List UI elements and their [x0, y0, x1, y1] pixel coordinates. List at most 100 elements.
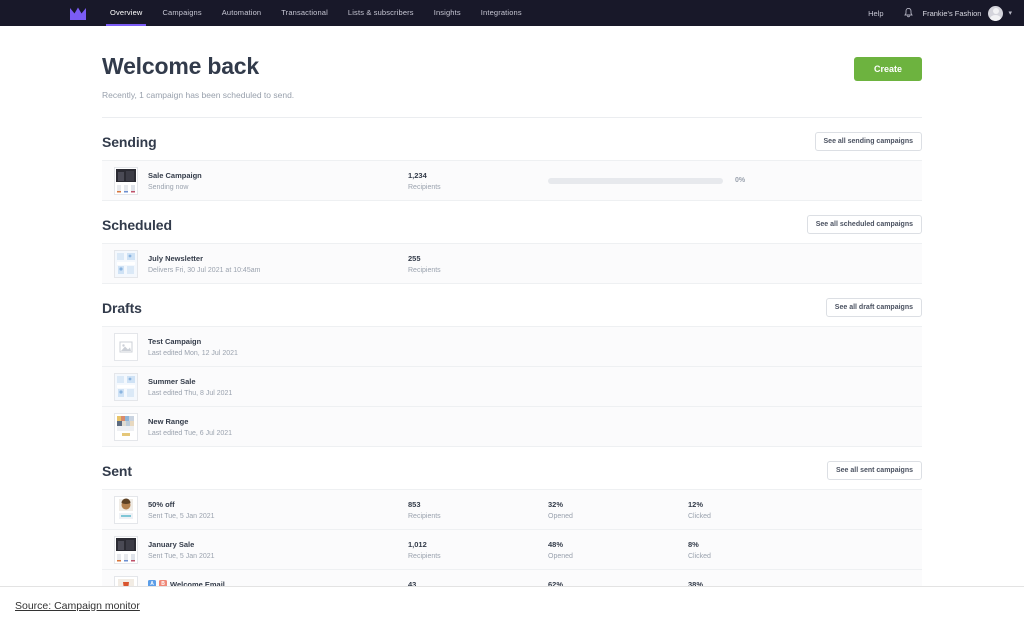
campaign-name: January Sale — [148, 540, 408, 549]
bell-icon[interactable] — [894, 8, 923, 18]
nav-items: Overview Campaigns Automation Transactio… — [100, 0, 532, 26]
sent-rows: 50% off Sent Tue, 5 Jan 2021 853 Recipie… — [102, 489, 922, 586]
page-subtitle: Recently, 1 campaign has been scheduled … — [102, 90, 854, 100]
row-main: Summer Sale Last edited Thu, 8 Jul 2021 — [148, 377, 408, 397]
photo-thumbnail-icon — [114, 167, 138, 195]
campaign-name: Summer Sale — [148, 377, 408, 386]
metric-value: 8% — [688, 540, 828, 549]
campaign-name-text: Test Campaign — [148, 337, 201, 346]
nav-item-campaigns[interactable]: Campaigns — [152, 0, 211, 26]
see-all-sending-campaigns-button[interactable]: See all sending campaigns — [815, 132, 922, 151]
table-row[interactable]: Test Campaign Last edited Mon, 12 Jul 20… — [102, 327, 922, 367]
see-all-scheduled-campaigns-button[interactable]: See all scheduled campaigns — [807, 215, 922, 234]
metric-value: 32% — [548, 500, 688, 509]
section-sending: Sending See all sending campaigns — [102, 132, 922, 201]
campaign-name-text: January Sale — [148, 540, 194, 549]
page-content: Welcome back Recently, 1 campaign has be… — [0, 26, 1024, 586]
section-title-scheduled: Scheduled — [102, 217, 172, 233]
nav-item-insights[interactable]: Insights — [424, 0, 471, 26]
see-all-sent-campaigns-button[interactable]: See all sent campaigns — [827, 461, 922, 480]
section-scheduled: Scheduled See all scheduled campaigns — [102, 215, 922, 284]
row-main: Sale Campaign Sending now — [148, 171, 408, 191]
section-header: Scheduled See all scheduled campaigns — [102, 215, 922, 243]
campaign-monitor-logo-icon[interactable] — [70, 7, 86, 20]
send-progress: 0% — [548, 177, 910, 184]
campaign-name-text: Sale Campaign — [148, 171, 202, 180]
row-main: 50% off Sent Tue, 5 Jan 2021 — [148, 500, 408, 520]
metric-label: Clicked — [688, 513, 828, 520]
row-main: New Range Last edited Tue, 6 Jul 2021 — [148, 417, 408, 437]
row-main: January Sale Sent Tue, 5 Jan 2021 — [148, 540, 408, 560]
table-row[interactable]: July Newsletter Delivers Fri, 30 Jul 202… — [102, 244, 922, 284]
campaign-name: Sale Campaign — [148, 171, 408, 180]
campaign-name: Test Campaign — [148, 337, 408, 346]
nav-item-label: Integrations — [481, 8, 522, 17]
campaign-name-text: July Newsletter — [148, 254, 203, 263]
table-row[interactable]: Sale Campaign Sending now 1,234 Recipien… — [102, 161, 922, 201]
metric-label: Recipients — [408, 513, 548, 520]
metric-value: 48% — [548, 540, 688, 549]
metric-recipients: 853 Recipients — [408, 500, 548, 520]
see-all-draft-campaigns-button[interactable]: See all draft campaigns — [826, 298, 922, 317]
hero-text: Welcome back Recently, 1 campaign has be… — [102, 53, 854, 100]
footer: Source: Campaign monitor — [0, 586, 1024, 624]
help-link[interactable]: Help — [858, 9, 893, 18]
campaign-name: 50% off — [148, 500, 408, 509]
metric-clicked: 12% Clicked — [688, 500, 828, 520]
row-main: Test Campaign Last edited Mon, 12 Jul 20… — [148, 337, 408, 357]
metric-label: Clicked — [688, 553, 828, 560]
photo-thumbnail-icon — [114, 536, 138, 564]
campaign-last-edited: Last edited Mon, 12 Jul 2021 — [148, 350, 408, 357]
page-title: Welcome back — [102, 53, 854, 80]
template-thumbnail-icon — [114, 373, 138, 401]
scheduled-rows: July Newsletter Delivers Fri, 30 Jul 202… — [102, 243, 922, 284]
metric-label: Recipients — [408, 184, 548, 191]
campaign-name-text: New Range — [148, 417, 188, 426]
nav-item-label: Overview — [110, 8, 142, 17]
metric-label: Opened — [548, 553, 688, 560]
nav-item-automation[interactable]: Automation — [212, 0, 271, 26]
table-row[interactable]: January Sale Sent Tue, 5 Jan 2021 1,012 … — [102, 530, 922, 570]
section-drafts: Drafts See all draft campaigns — [102, 298, 922, 447]
metric-value: 853 — [408, 500, 548, 509]
create-button[interactable]: Create — [854, 57, 922, 81]
metric-label: Recipients — [408, 553, 548, 560]
account-name[interactable]: Frankie's Fashion — [923, 9, 989, 18]
metric-recipients: 255 Recipients — [408, 254, 548, 274]
nav-item-lists-subscribers[interactable]: Lists & subscribers — [338, 0, 424, 26]
nav-item-transactional[interactable]: Transactional — [271, 0, 338, 26]
portrait-thumbnail-icon — [114, 496, 138, 524]
table-row[interactable]: A B Welcome Email Sent Thu, 17 Dec 2020 … — [102, 570, 922, 586]
metric-recipients: 1,012 Recipients — [408, 540, 548, 560]
table-row[interactable]: New Range Last edited Tue, 6 Jul 2021 — [102, 407, 922, 447]
nav-item-label: Automation — [222, 8, 261, 17]
metric-opened: 32% Opened — [548, 500, 688, 520]
template-thumbnail-icon — [114, 250, 138, 278]
section-title-sending: Sending — [102, 134, 157, 150]
metric-value: 12% — [688, 500, 828, 509]
nav-item-integrations[interactable]: Integrations — [471, 0, 532, 26]
nav-item-overview[interactable]: Overview — [100, 0, 152, 26]
table-row[interactable]: Summer Sale Last edited Thu, 8 Jul 2021 — [102, 367, 922, 407]
nav-item-label: Transactional — [281, 8, 328, 17]
section-header: Drafts See all draft campaigns — [102, 298, 922, 326]
source-attribution[interactable]: Source: Campaign monitor — [15, 600, 140, 612]
progress-percent-label: 0% — [735, 177, 745, 184]
nav-right-group: Help Frankie's Fashion ▾ — [858, 6, 1012, 21]
app-body: Overview Campaigns Automation Transactio… — [0, 0, 1024, 586]
nav-item-label: Lists & subscribers — [348, 8, 414, 17]
hero-header: Welcome back Recently, 1 campaign has be… — [102, 26, 922, 100]
avatar[interactable] — [988, 6, 1003, 21]
section-header: Sending See all sending campaigns — [102, 132, 922, 160]
campaign-sent-date: Sent Tue, 5 Jan 2021 — [148, 553, 408, 560]
campaign-name: July Newsletter — [148, 254, 408, 263]
section-title-sent: Sent — [102, 463, 132, 479]
metric-value: 255 — [408, 254, 548, 263]
chevron-down-icon[interactable]: ▾ — [1003, 9, 1012, 17]
campaign-sent-date: Sent Tue, 5 Jan 2021 — [148, 513, 408, 520]
campaign-name-text: 50% off — [148, 500, 175, 509]
campaign-last-edited: Last edited Thu, 8 Jul 2021 — [148, 390, 408, 397]
table-row[interactable]: 50% off Sent Tue, 5 Jan 2021 853 Recipie… — [102, 490, 922, 530]
metric-opened: 48% Opened — [548, 540, 688, 560]
campaign-delivery-time: Delivers Fri, 30 Jul 2021 at 10:45am — [148, 267, 408, 274]
